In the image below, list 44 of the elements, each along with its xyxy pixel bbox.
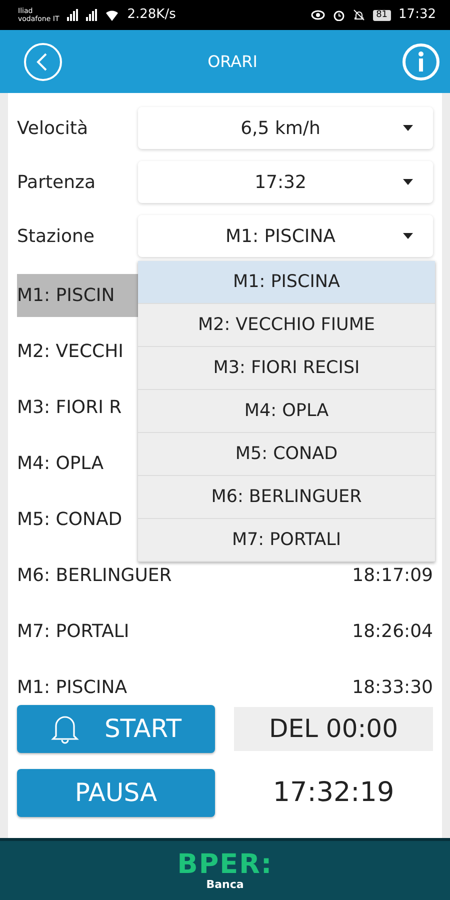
battery-indicator: 81	[373, 10, 391, 20]
caret-icon	[403, 125, 413, 131]
dropdown-option[interactable]: M5: CONAD	[138, 433, 435, 476]
arrival-time: 18:33:30	[352, 676, 433, 697]
alarm-icon	[333, 9, 346, 21]
brand-subtitle: Banca	[206, 878, 244, 890]
caret-icon	[403, 233, 413, 239]
dropdown-option[interactable]: M3: FIORI RECISI	[138, 347, 435, 390]
station-name[interactable]: M2: VECCHI	[17, 330, 124, 372]
dropdown-option[interactable]: M7: PORTALI	[138, 519, 435, 562]
clock: 17:32	[398, 6, 436, 24]
field-label: Velocità	[17, 116, 89, 140]
station-name[interactable]: M3: FIORI R	[17, 386, 122, 428]
field-label: Stazione	[17, 224, 96, 248]
field-label: Partenza	[17, 170, 96, 194]
station-name[interactable]: M5: CONAD	[17, 498, 122, 540]
station-name[interactable]: M1: PISCIN	[17, 274, 138, 316]
eye-icon	[311, 10, 326, 20]
arrival-time: 18:26:04	[352, 620, 433, 644]
station-name[interactable]: M4: OPLA	[17, 442, 104, 484]
wifi-icon	[105, 9, 120, 21]
dropdown-field[interactable]: M1: PISCINA	[138, 215, 433, 257]
dropdown-option[interactable]: M2: VECCHIO FIUME	[138, 304, 435, 347]
start-button[interactable]: START	[17, 705, 215, 753]
dropdown-field[interactable]: 6,5 km/h	[138, 107, 433, 149]
station-name[interactable]: M7: PORTALI	[17, 610, 130, 652]
dropdown-option[interactable]: M4: OPLA	[138, 390, 435, 433]
pause-button[interactable]: PAUSA	[17, 769, 215, 817]
network-speed: 2.28K/s	[127, 6, 176, 24]
brand-logo: BPER:	[177, 850, 273, 878]
elapsed-clock: 17:32:19	[272, 776, 396, 810]
caret-icon	[403, 179, 413, 185]
signal-icon	[67, 9, 78, 21]
dropdown-option[interactable]: M1: PISCINA	[138, 261, 435, 304]
muted-bell-icon	[353, 9, 366, 21]
back-button[interactable]	[23, 42, 63, 82]
dropdown-option[interactable]: M6: BERLINGUER	[138, 476, 435, 519]
station-name[interactable]: M1: PISCINA	[17, 666, 128, 697]
signal-icon	[86, 9, 98, 21]
screen-title: ORARI	[208, 50, 258, 72]
arrival-time: 18:17:09	[352, 564, 433, 588]
delay-display: DEL 00:00	[234, 707, 433, 751]
info-button[interactable]	[402, 42, 440, 80]
dropdown-field[interactable]: 17:32	[138, 161, 433, 203]
